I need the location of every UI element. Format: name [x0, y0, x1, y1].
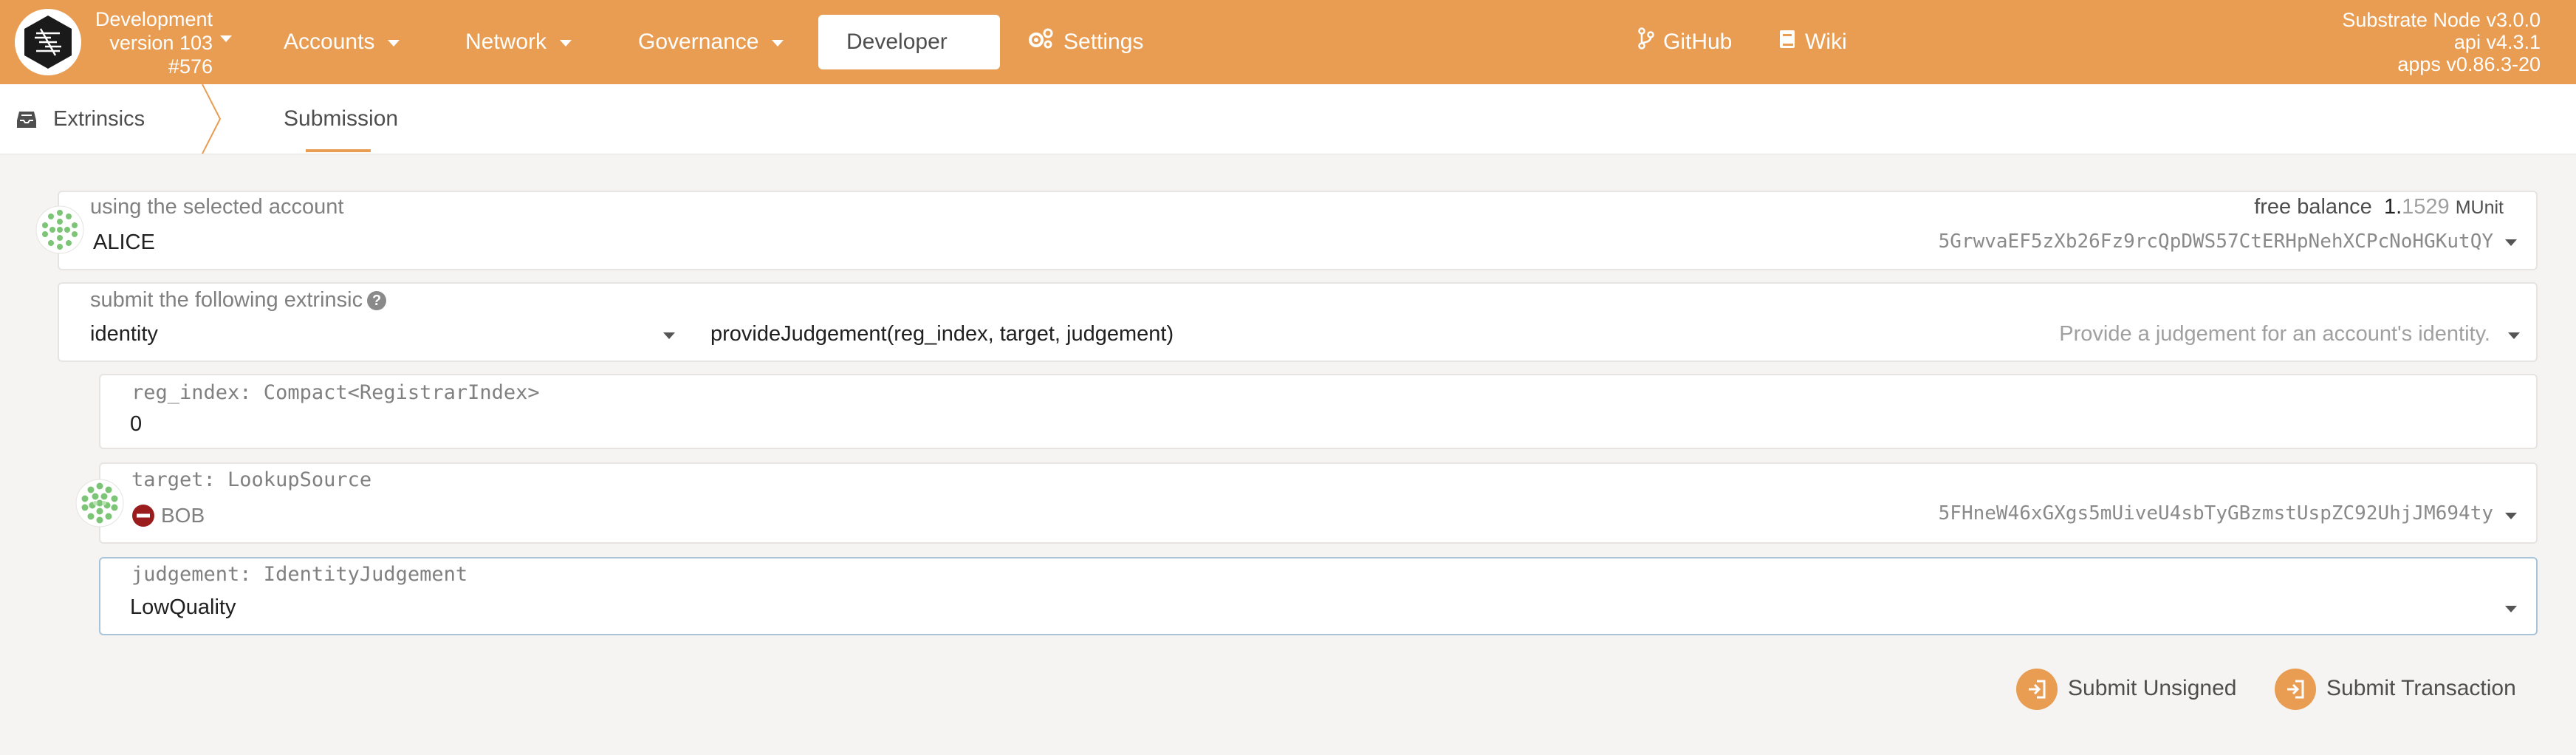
- target-name: BOB: [161, 504, 205, 527]
- inbox-icon: [17, 112, 36, 129]
- call-value: provideJudgement(reg_index, target, judg…: [710, 322, 1174, 346]
- alice-identicon: [35, 205, 84, 254]
- judgement-label: judgement: IdentityJudgement: [131, 563, 468, 586]
- extrinsic-label: submit the following extrinsic?: [90, 288, 387, 312]
- help-icon[interactable]: ?: [367, 291, 387, 311]
- submit-unsigned-button[interactable]: Submit Unsigned: [2016, 666, 2236, 711]
- gears-icon: [1028, 16, 1055, 70]
- substrate-logo[interactable]: [15, 9, 81, 75]
- free-balance: free balance 1.1529 MUnit: [2254, 195, 2504, 219]
- module-value: identity: [90, 322, 158, 346]
- judgement-select[interactable]: judgement: IdentityJudgement LowQuality: [99, 557, 2538, 635]
- minus-circle-icon: [132, 505, 154, 527]
- nav-developer[interactable]: Developer: [818, 15, 1000, 101]
- account-name: ALICE: [93, 230, 155, 254]
- bob-identicon: [75, 479, 124, 527]
- tabs-bar: Extrinsics Submission: [0, 84, 2576, 154]
- nav-network[interactable]: Network: [465, 15, 572, 69]
- target-account: BOB: [131, 502, 205, 529]
- top-bar: Development version 103 #576 Accounts Ne…: [0, 0, 2576, 101]
- submit-unsigned-label: Submit Unsigned: [2068, 676, 2237, 700]
- book-icon: [1778, 16, 1796, 70]
- nav-settings[interactable]: Settings: [1028, 15, 1143, 69]
- balance-unit: MUnit: [2455, 197, 2504, 218]
- section-extrinsics: Extrinsics: [16, 84, 145, 154]
- chain-info[interactable]: Development version 103 #576: [87, 7, 213, 78]
- extrinsic-label-text: submit the following extrinsic: [90, 288, 363, 312]
- extrinsic-select: submit the following extrinsic? identity…: [58, 282, 2538, 362]
- target-select[interactable]: target: LookupSource BOB 5FHneW46xGXgs5m…: [99, 462, 2538, 544]
- module-dropdown[interactable]: identity: [59, 316, 681, 362]
- nav-wiki[interactable]: Wiki: [1778, 15, 1847, 69]
- version-info: Substrate Node v3.0.0 api v4.3.1 apps v0…: [2342, 9, 2541, 75]
- sign-in-icon: [2275, 669, 2316, 711]
- reg-index-input[interactable]: 0: [130, 412, 2493, 442]
- code-branch-icon: [1638, 16, 1654, 70]
- nav-github[interactable]: GitHub: [1638, 15, 1732, 69]
- chevron-down-icon[interactable]: [2505, 239, 2517, 246]
- section-title: Extrinsics: [53, 107, 145, 131]
- chevron-down-icon: [388, 39, 400, 47]
- target-label: target: LookupSource: [131, 468, 372, 491]
- chevron-down-icon: [772, 39, 784, 47]
- nav-network-label: Network: [465, 30, 547, 54]
- chevron-down-icon: [663, 332, 675, 339]
- nav-governance[interactable]: Governance: [638, 15, 784, 69]
- balance-decimal: 1529: [2402, 195, 2450, 219]
- block-number: #576: [168, 55, 213, 78]
- chevron-down-icon: [2508, 332, 2520, 339]
- account-select[interactable]: using the selected account ALICE free ba…: [58, 191, 2538, 270]
- balance-integer: 1.: [2383, 195, 2402, 219]
- reg-index-label: reg_index: Compact<RegistrarIndex>: [131, 381, 540, 404]
- submit-transaction-label: Submit Transaction: [2326, 676, 2516, 700]
- chain-version: version 103: [109, 32, 213, 54]
- sign-in-icon: [2016, 669, 2058, 711]
- chevron-down-icon: [2505, 606, 2517, 612]
- call-dropdown[interactable]: provideJudgement(reg_index, target, judg…: [702, 316, 2526, 362]
- call-description: Provide a judgement for an account's ide…: [2059, 322, 2490, 346]
- submit-transaction-button[interactable]: Submit Transaction: [2275, 666, 2516, 711]
- nav-wiki-label: Wiki: [1805, 30, 1847, 54]
- apps-version: apps v0.86.3-20: [2397, 53, 2541, 75]
- nav-github-label: GitHub: [1663, 30, 1733, 54]
- balance-label: free balance: [2254, 195, 2372, 219]
- breadcrumb-divider: [202, 84, 222, 154]
- logo-icon: [24, 16, 72, 69]
- api-version: api v4.3.1: [2453, 31, 2541, 53]
- nav-developer-label: Developer: [846, 30, 948, 54]
- account-label: using the selected account: [90, 195, 344, 219]
- nav-governance-label: Governance: [638, 30, 759, 54]
- chevron-down-icon[interactable]: [2505, 513, 2517, 519]
- nav-accounts[interactable]: Accounts: [284, 15, 400, 69]
- reg-index-field: reg_index: Compact<RegistrarIndex> 0: [99, 374, 2538, 449]
- judgement-value: LowQuality: [130, 595, 236, 619]
- tab-submission[interactable]: Submission: [284, 84, 398, 154]
- nav-settings-label: Settings: [1063, 30, 1144, 54]
- active-tab-indicator: [306, 149, 371, 152]
- chevron-down-icon: [560, 39, 572, 47]
- tab-submission-label: Submission: [284, 106, 399, 131]
- node-version: Substrate Node v3.0.0: [2342, 9, 2541, 31]
- chain-name: Development: [95, 8, 213, 30]
- account-address: 5GrwvaEF5zXb26Fz9rcQpDWS57CtERHpNehXCPcN…: [1938, 230, 2493, 253]
- nav-accounts-label: Accounts: [284, 30, 375, 54]
- chevron-down-icon[interactable]: [220, 33, 232, 46]
- target-address: 5FHneW46xGXgs5mUiveU4sbTyGBzmstUspZC92Uh…: [1938, 502, 2493, 525]
